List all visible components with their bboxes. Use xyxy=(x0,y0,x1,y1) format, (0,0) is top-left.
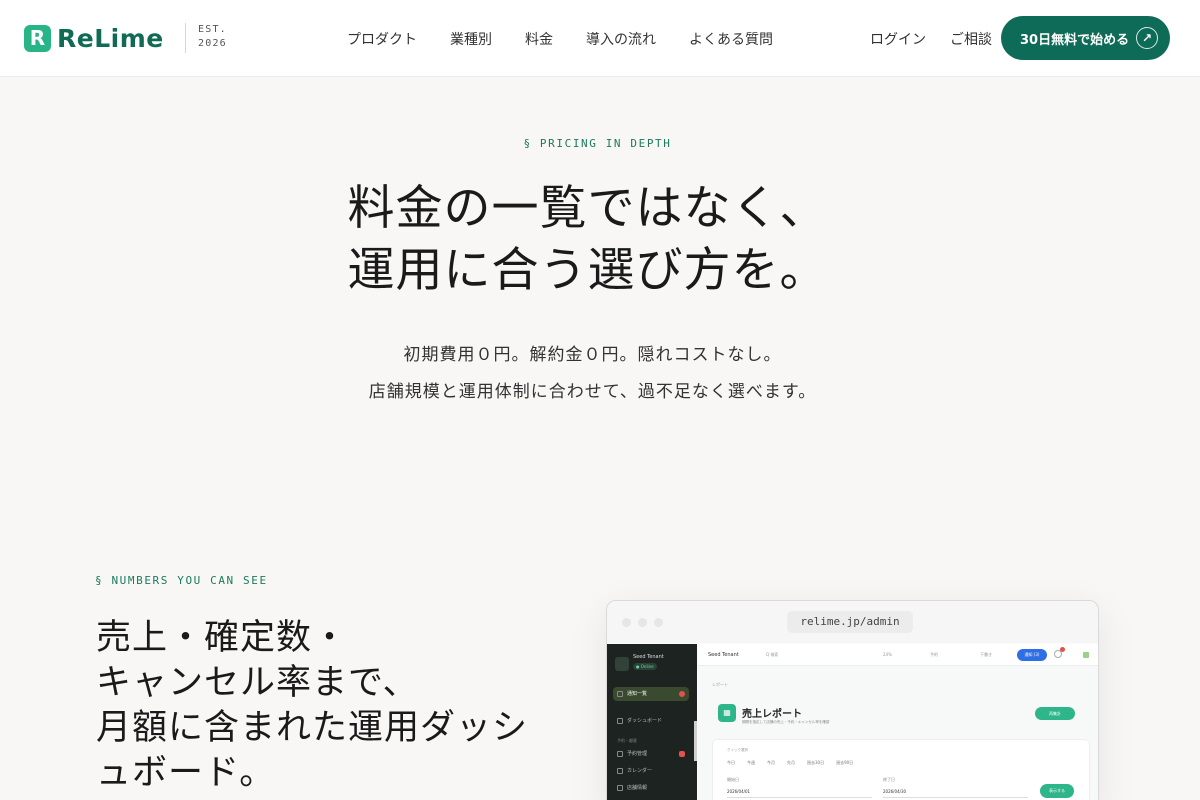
est-text: EST. xyxy=(198,24,227,35)
nav-industry[interactable]: 業種別 xyxy=(450,29,492,49)
free-trial-label: 30日無料で始める xyxy=(1020,32,1130,48)
numbers-title: 売上・確定数・ キャンセル率まで、 月額に含まれた運用ダッシ ュボード。 xyxy=(96,616,536,796)
free-trial-button[interactable]: 30日無料で始める ↗ xyxy=(1001,16,1170,60)
numbers-title-line-1: 売上・確定数・ xyxy=(96,618,349,658)
notification-dot xyxy=(1060,647,1065,652)
browser-bar: relime.jp/admin xyxy=(607,601,1098,643)
hero-subtitle-line-1: 初期費用０円。解約金０円。隠れコストなし。 xyxy=(403,345,782,365)
calendar-icon xyxy=(617,751,623,757)
admin-main: Seed Tenant Q 検索 24% 予約 下書き 通知 (3) レポート … xyxy=(698,644,1098,800)
chip-90-days: 過去90日 xyxy=(836,760,854,765)
nav-product[interactable]: プロダクト xyxy=(347,29,417,49)
chip-30-days: 過去30日 xyxy=(807,760,825,765)
hero-title-line-2: 運用に合う選び方を。 xyxy=(347,243,828,298)
start-date-field: 2026/04/01 xyxy=(727,786,872,798)
logo-mark-icon: R xyxy=(24,24,51,52)
chip-this-month: 今月 xyxy=(767,760,775,765)
topbar-tenant: Seed Tenant xyxy=(708,652,739,658)
est-label: EST. 2026 xyxy=(185,23,227,53)
bell-icon xyxy=(617,691,623,697)
main-nav: プロダクト 業種別 料金 導入の流れ よくある質問 xyxy=(347,29,806,49)
sidebar-item-label: ダッシュボード xyxy=(627,718,663,724)
hero-subtitle: 初期費用０円。解約金０円。隠れコストなし。 店舗規模と運用体制に合わせて、過不足… xyxy=(0,337,1185,411)
end-date-field: 2026/04/30 xyxy=(883,786,1028,798)
sidebar-scrollbar xyxy=(694,721,697,761)
consult-link[interactable]: ご相談 xyxy=(950,29,992,49)
quick-select-label: クイック選択 xyxy=(727,748,748,752)
login-link[interactable]: ログイン xyxy=(870,29,926,49)
hero-subtitle-line-2: 店舗規模と運用体制に合わせて、過不足なく選べます。 xyxy=(368,382,817,402)
sidebar-item-store: 店舗情報 xyxy=(613,781,689,795)
tenant-name: Seed Tenant xyxy=(633,654,664,660)
topbar-metric: 24% xyxy=(883,652,892,657)
numbers-title-line-2: キャンセル率まで、 xyxy=(96,663,419,703)
window-dot-icon xyxy=(654,618,663,627)
chip-last-month: 先月 xyxy=(787,760,795,765)
url-bar: relime.jp/admin xyxy=(787,611,913,633)
numbers-title-line-4: ュボード。 xyxy=(96,753,276,793)
start-date-label: 開始日 xyxy=(727,777,739,782)
count-badge xyxy=(679,751,685,757)
chip-this-week: 今週 xyxy=(747,760,755,765)
sidebar-item-reservations: 予約管理 xyxy=(613,747,689,761)
tenant-avatar xyxy=(615,657,629,671)
report-title: 売上レポート xyxy=(742,709,802,720)
est-year: 2026 xyxy=(198,38,227,49)
window-dot-icon xyxy=(638,618,647,627)
sidebar-item-notifications: 通知一覧 xyxy=(613,687,689,701)
end-date-label: 終了日 xyxy=(883,777,895,782)
nav-onboarding[interactable]: 導入の流れ xyxy=(586,29,656,49)
notification-dot xyxy=(679,691,685,697)
tenant-status-badge: ● Online xyxy=(633,663,657,670)
sidebar-item-calendar: カレンダー xyxy=(613,764,689,778)
topbar-notification-pill: 通知 (3) xyxy=(1017,649,1047,661)
nav-pricing[interactable]: 料金 xyxy=(525,29,553,49)
filter-card: クイック選択 今日 今週 今月 先月 過去30日 過去90日 開始日 2026/… xyxy=(712,739,1090,800)
sidebar-item-label: カレンダー xyxy=(627,768,653,774)
hero-title: 料金の一覧ではなく、 運用に合う選び方を。 xyxy=(0,178,1175,302)
sidebar-item-label: 通知一覧 xyxy=(627,691,648,697)
quick-select-chips: 今日 今週 今月 先月 過去30日 過去90日 xyxy=(727,760,865,766)
nav-faq[interactable]: よくある質問 xyxy=(689,29,773,49)
topbar-link: 予約 xyxy=(930,652,938,657)
calendar-icon xyxy=(617,768,623,774)
dashboard-icon xyxy=(617,718,623,724)
chip-today: 今日 xyxy=(727,760,735,765)
admin-sidebar: Seed Tenant ● Online 通知一覧 ダッシュボード 予約・顧客 … xyxy=(607,644,697,800)
numbers-eyebrow: § NUMBERS YOU CAN SEE xyxy=(95,574,268,587)
refresh-button: 再集計 xyxy=(1035,707,1075,720)
site-header: R ReLime EST. 2026 プロダクト 業種別 料金 導入の流れ よく… xyxy=(0,0,1200,77)
logo-text: ReLime xyxy=(57,23,164,53)
sidebar-section-label: 予約・顧客 xyxy=(617,738,637,743)
logo[interactable]: R ReLime xyxy=(24,23,164,53)
topbar-draft: 下書き xyxy=(980,652,992,657)
report-description: 期間を指定して店舗の売上・予約・キャンセル率を確認 xyxy=(742,720,830,724)
apply-button: 表示する xyxy=(1040,784,1074,798)
sidebar-item-label: 店舗情報 xyxy=(627,785,648,791)
nav-right: ログイン ご相談 xyxy=(870,29,1016,49)
hero-title-line-1: 料金の一覧ではなく、 xyxy=(347,181,828,236)
tenant-switcher: Seed Tenant ● Online xyxy=(615,654,693,680)
chart-icon: ▦ xyxy=(718,704,736,722)
store-icon xyxy=(617,785,623,791)
breadcrumb: レポート xyxy=(712,682,728,687)
admin-preview-window: relime.jp/admin Seed Tenant ● Online 通知一… xyxy=(606,600,1099,800)
grid-icon xyxy=(1083,652,1089,658)
pricing-eyebrow: § PRICING IN DEPTH xyxy=(523,137,672,150)
sidebar-item-label: 予約管理 xyxy=(627,751,648,757)
sidebar-item-dashboard: ダッシュボード xyxy=(613,714,689,728)
topbar-search: Q 検索 xyxy=(766,652,779,657)
arrow-up-right-icon: ↗ xyxy=(1136,27,1158,49)
window-dot-icon xyxy=(622,618,631,627)
numbers-title-line-3: 月額に含まれた運用ダッシ xyxy=(96,708,529,748)
admin-topbar: Seed Tenant Q 検索 24% 予約 下書き 通知 (3) xyxy=(698,644,1098,666)
